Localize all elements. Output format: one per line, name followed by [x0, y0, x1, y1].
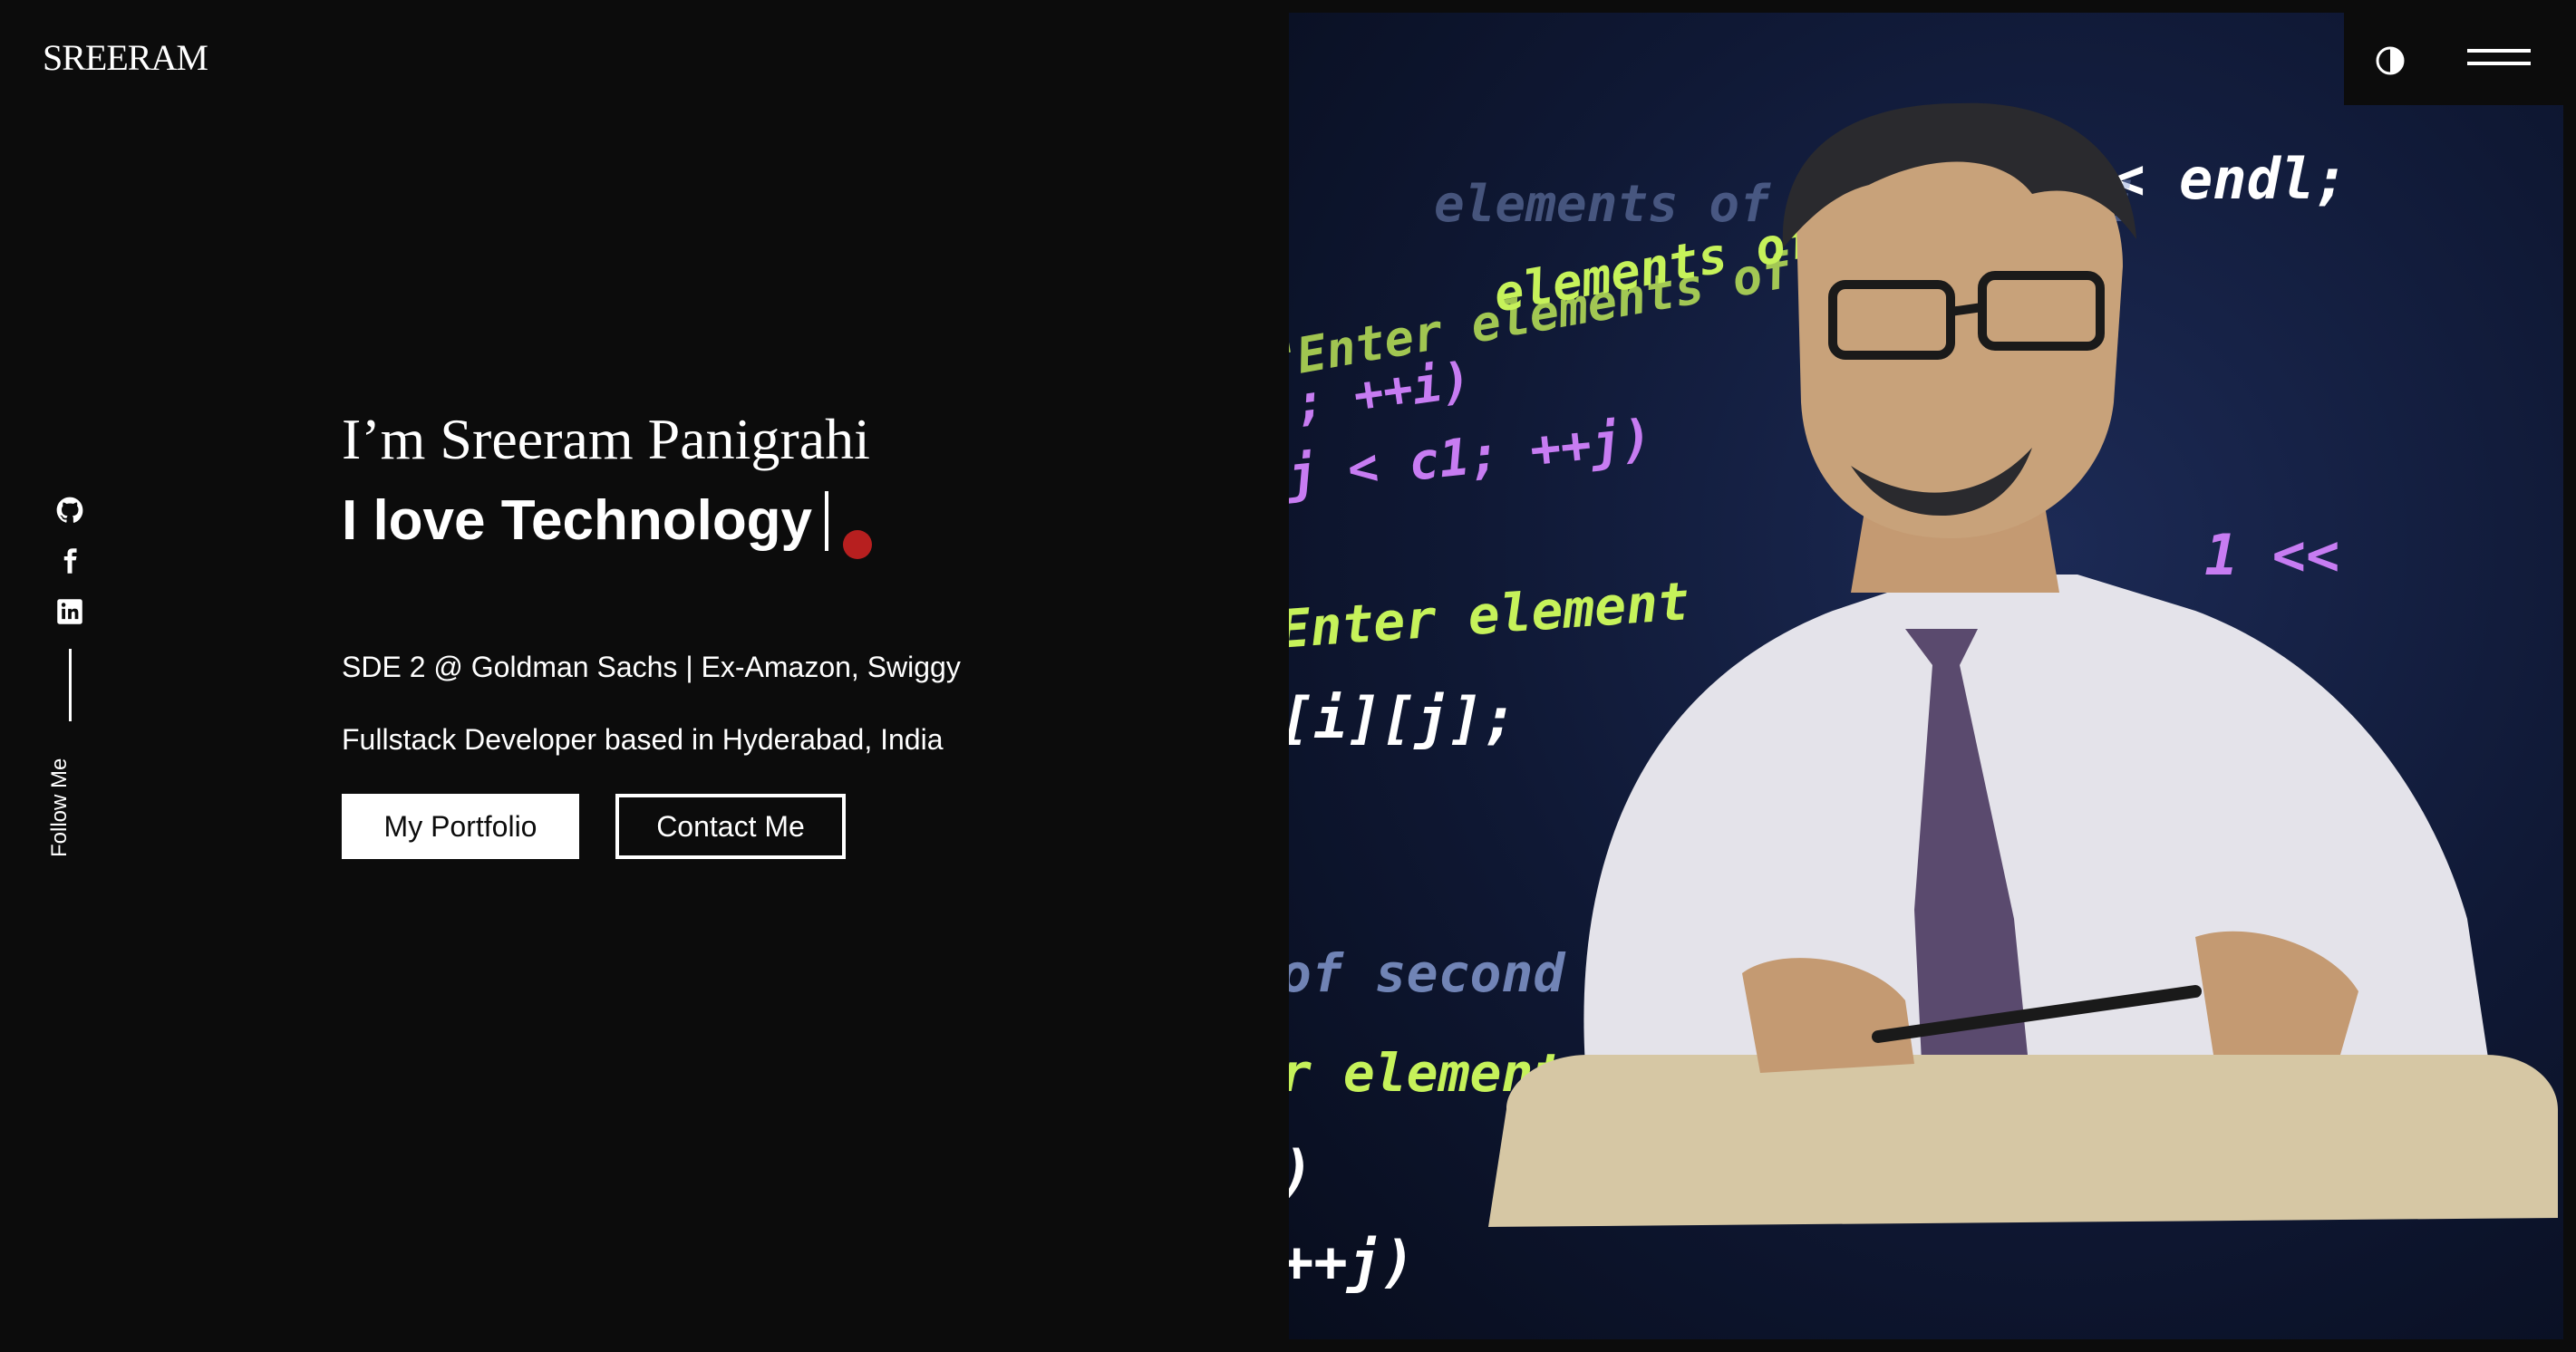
hamburger-menu-icon[interactable] — [2467, 49, 2531, 72]
location-line: Fullstack Developer based in Hyderabad, … — [342, 723, 944, 756]
cursor-dot — [843, 530, 872, 559]
code-text-7: [i][j]; — [1289, 685, 1516, 751]
contrast-icon[interactable] — [2375, 45, 2406, 76]
facebook-icon[interactable] — [56, 547, 83, 575]
code-text-8: of second — [1289, 942, 1566, 1004]
follow-me-label: Follow Me — [47, 758, 72, 857]
hero-greeting: I’m Sreeram Panigrahi — [342, 407, 870, 471]
hero-tagline: I love Technology — [342, 480, 870, 562]
role-line: SDE 2 @ Goldman Sachs | Ex-Amazon, Swigg… — [342, 651, 961, 683]
menu-bar-bottom — [2467, 62, 2531, 65]
menu-bar-top — [2467, 49, 2531, 53]
social-links — [54, 497, 85, 721]
github-icon[interactable] — [56, 497, 83, 524]
site-logo[interactable]: SREERAM — [43, 36, 208, 79]
shirt-shape — [1583, 575, 2494, 1100]
developer-illustration: << endl; elements of first matri element… — [1289, 102, 2558, 1295]
code-text-5: 1 << — [2204, 522, 2339, 588]
code-text-11: ++j) — [1289, 1229, 1415, 1295]
code-text-6: Enter element — [1289, 570, 1691, 661]
typed-text: I love Technology — [342, 489, 813, 552]
linkedin-icon[interactable] — [56, 598, 83, 625]
hero-illustration: << endl; elements of first matri element… — [1289, 13, 2563, 1339]
contact-me-button[interactable]: Contact Me — [615, 794, 846, 859]
desk-shape — [1488, 1055, 2558, 1227]
code-text-10: ) — [1289, 1138, 1313, 1204]
typing-caret — [825, 491, 829, 551]
hero-intro: I’m Sreeram Panigrahi I love Technology — [342, 399, 870, 562]
my-portfolio-button[interactable]: My Portfolio — [342, 794, 579, 859]
social-divider — [68, 649, 72, 721]
